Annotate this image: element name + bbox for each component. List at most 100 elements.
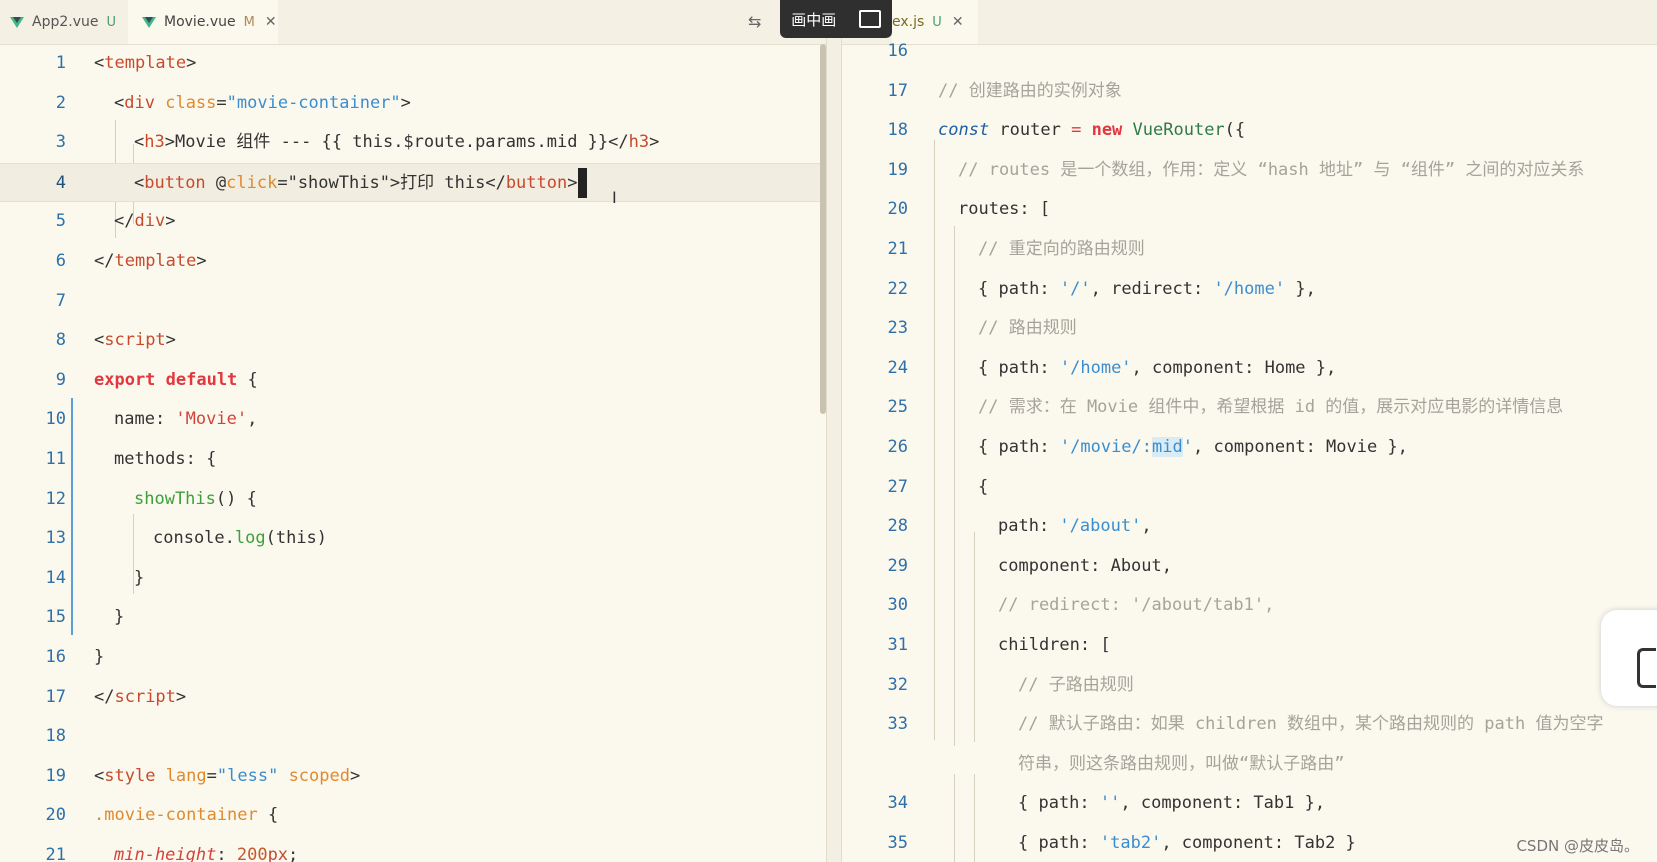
- code-token: { path:: [978, 437, 1060, 457]
- code-token: console.: [153, 528, 235, 549]
- code-line: 10 name: 'Movie',: [0, 400, 826, 440]
- code-line: 27 {: [842, 468, 1657, 508]
- line-number: 27: [887, 476, 908, 497]
- code-line: 23 // 路由规则: [842, 309, 1657, 349]
- line-number: 3: [55, 132, 66, 153]
- code-token: new: [1091, 120, 1123, 141]
- vue-file-icon: [142, 16, 156, 28]
- line-number: 1: [55, 53, 66, 73]
- code-line: 21 min-height: 200px;: [0, 836, 826, 862]
- code-token: // redirect: '/about/tab1',: [998, 595, 1275, 616]
- code-token: {: [257, 805, 279, 826]
- code-token: class: [165, 92, 217, 113]
- code-token: 'tab2': [1099, 833, 1162, 853]
- code-line: 19 <style lang="less" scoped>: [0, 757, 826, 797]
- line-number: 24: [887, 357, 908, 378]
- line-number: 10: [45, 409, 66, 430]
- code-line: 16: [842, 32, 1657, 72]
- code-token: >: [349, 765, 361, 786]
- pip-expand-icon: [858, 10, 881, 28]
- vue-file-icon: [10, 16, 24, 28]
- code-line: 14}: [0, 559, 826, 599]
- code-token: h3: [628, 132, 650, 153]
- code-token: >: [175, 686, 187, 707]
- right-editor-pane[interactable]: ex.js U ✕ 16 17 // 创建路由的实例对象 18 const rout…: [842, 0, 1657, 862]
- code-token: =: [206, 765, 217, 786]
- code-token: showThis: [134, 488, 216, 509]
- code-line: 9 export default {: [0, 361, 826, 401]
- code-line: 26 { path: '/movie/:mid', component: Movi…: [842, 428, 1657, 468]
- code-token: template: [104, 53, 187, 73]
- code-token: lang: [165, 765, 207, 786]
- line-number: 4: [55, 172, 66, 193]
- line-number: 32: [887, 674, 908, 695]
- code-token: , component: Movie },: [1192, 437, 1408, 457]
- close-icon[interactable]: ✕: [952, 14, 964, 30]
- line-number: 6: [55, 251, 66, 271]
- picture-in-picture-button[interactable]: 画中画: [780, 0, 892, 38]
- line-number: 30: [887, 595, 908, 616]
- line-number: 20: [887, 199, 908, 220]
- tab-movie-vue[interactable]: Movie.vue M ✕: [128, 0, 278, 44]
- code-token: ;: [288, 845, 299, 862]
- code-token: @: [205, 172, 227, 193]
- code-token: // 创建路由的实例对象: [938, 80, 1122, 101]
- code-line: 18 const router = new VueRouter({: [842, 111, 1657, 151]
- code-line: 7: [0, 282, 826, 322]
- code-token: }: [134, 567, 145, 588]
- code-line: 17 </script>: [0, 678, 826, 718]
- line-number: 14: [45, 567, 66, 588]
- line-number: 26: [887, 437, 908, 457]
- code-token: router: [989, 120, 1072, 141]
- line-number: 2: [55, 92, 66, 113]
- line-number: 21: [887, 239, 908, 259]
- code-token: '/about': [1059, 516, 1142, 537]
- code-line: 18: [0, 717, 826, 757]
- floating-video-widget-icon[interactable]: [1601, 610, 1657, 706]
- code-token: >: [400, 92, 411, 113]
- code-token: '/home': [1059, 357, 1132, 378]
- code-token: { path:: [1018, 793, 1100, 814]
- code-token: }: [94, 647, 105, 667]
- editor-split-divider[interactable]: [826, 0, 842, 862]
- close-icon[interactable]: ✕: [265, 14, 277, 30]
- code-token: // 需求：在 Movie 组件中，希望根据 id 的值，展示对应电影的详情信息: [978, 397, 1564, 418]
- code-token: , redirect:: [1090, 278, 1214, 299]
- left-editor-pane[interactable]: App2.vue U Movie.vue M ✕ ⇆ 1 < template > 2…: [0, 0, 826, 862]
- code-line: 5 </div>: [0, 202, 826, 242]
- code-line: 21 // 重定向的路由规则: [842, 230, 1657, 270]
- code-token: =: [1071, 120, 1082, 141]
- code-token: px: [267, 845, 289, 862]
- code-line: 33 // 默认子路由：如果 children 数组中，某个路由规则的 path …: [842, 705, 1657, 745]
- compare-changes-icon[interactable]: ⇆: [748, 12, 761, 31]
- code-token: :: [216, 845, 237, 862]
- code-token: VueRouter: [1132, 120, 1225, 141]
- code-token: // 子路由规则: [1018, 674, 1134, 695]
- tab-label: App2.vue: [32, 14, 99, 30]
- code-token: ,: [1141, 516, 1152, 537]
- code-token: <: [134, 132, 145, 153]
- line-number: 8: [55, 330, 66, 351]
- code-line: 24 { path: '/home', component: Home },: [842, 349, 1657, 389]
- tab-app2-vue[interactable]: App2.vue U: [10, 0, 130, 44]
- line-number: 19: [45, 765, 66, 786]
- code-token: // 重定向的路由规则: [978, 239, 1145, 259]
- code-line: 11 methods: {: [0, 440, 826, 480]
- code-token: <: [94, 330, 105, 351]
- code-token: >: [567, 172, 578, 193]
- code-token: .movie-container: [94, 805, 258, 826]
- code-token: { path:: [978, 357, 1060, 378]
- untracked-flag: U: [106, 14, 116, 30]
- line-number: 35: [887, 833, 908, 853]
- code-token: ({: [1224, 120, 1246, 141]
- line-number: 17: [887, 80, 908, 101]
- code-token: ="showThis">打印 this</: [277, 172, 506, 193]
- line-number: 5: [55, 211, 66, 232]
- line-number: 17: [45, 686, 66, 707]
- code-token: </: [94, 251, 115, 271]
- code-token: , component: Tab1 },: [1120, 793, 1326, 814]
- code-token: script: [104, 330, 166, 351]
